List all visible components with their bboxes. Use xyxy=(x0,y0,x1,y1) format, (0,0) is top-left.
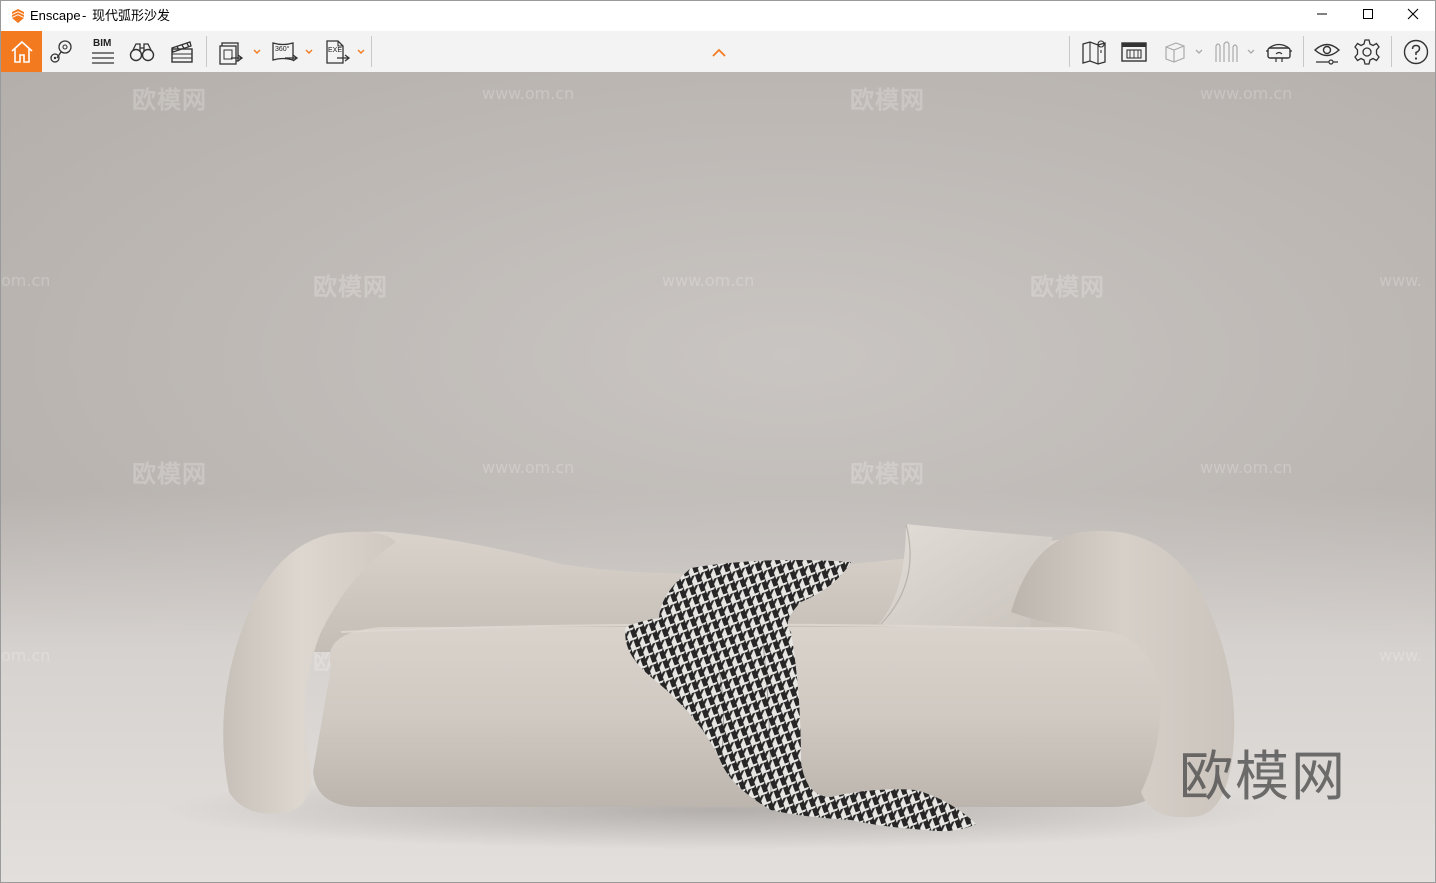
toolbar-divider xyxy=(371,36,372,67)
exe-label: EXE xyxy=(328,46,343,54)
toolbar-divider xyxy=(1303,36,1304,67)
enscape-logo-icon xyxy=(10,8,26,24)
views-icon xyxy=(48,38,76,66)
batch-render-button[interactable] xyxy=(213,31,249,72)
toolbar-divider xyxy=(206,36,207,67)
toolbar-divider xyxy=(1069,36,1070,67)
bim-button[interactable]: BIM xyxy=(82,31,122,72)
sections-dropdown[interactable] xyxy=(1246,31,1256,72)
window-title-separator: - xyxy=(82,8,87,23)
exe-export-dropdown[interactable] xyxy=(356,31,366,72)
help-button[interactable] xyxy=(1396,31,1435,72)
home-button[interactable] xyxy=(1,31,42,72)
minimize-button[interactable] xyxy=(1299,1,1345,31)
views-button[interactable] xyxy=(42,31,82,72)
title-bar: Enscape - 现代弧形沙发 xyxy=(1,1,1435,31)
binoculars-button[interactable] xyxy=(122,31,162,72)
corner-watermark: 欧模网 xyxy=(1179,745,1347,808)
settings-button[interactable] xyxy=(1347,31,1387,72)
help-icon xyxy=(1402,38,1430,66)
batch-render-dropdown[interactable] xyxy=(252,31,262,72)
render-viewport[interactable]: 欧模网 www.om.cn 欧模网 www.om.cn om.cn 欧模网 ww… xyxy=(1,72,1435,882)
asset-library-button[interactable] xyxy=(1114,31,1154,72)
panorama-360-icon: 360° xyxy=(271,38,299,66)
video-editor-icon xyxy=(168,38,196,66)
window-title-document: 现代弧形沙发 xyxy=(92,8,171,23)
panorama-360-label: 360° xyxy=(275,45,290,53)
chevron-down-icon xyxy=(356,43,366,61)
orthographic-dropdown[interactable] xyxy=(1194,31,1204,72)
asset-library-icon xyxy=(1120,38,1148,66)
maximize-icon xyxy=(1362,7,1374,25)
maximize-button[interactable] xyxy=(1345,1,1391,31)
chevron-up-icon xyxy=(710,46,728,58)
panorama-button[interactable]: 360° xyxy=(267,31,303,72)
bim-icon: BIM xyxy=(88,38,116,66)
binoculars-icon xyxy=(128,38,156,66)
home-icon xyxy=(9,39,35,65)
window-title-app: Enscape xyxy=(30,8,81,23)
batch-render-icon xyxy=(217,38,245,66)
chevron-down-icon xyxy=(304,43,314,61)
orthographic-view-button[interactable] xyxy=(1156,31,1192,72)
visual-settings-button[interactable] xyxy=(1307,31,1347,72)
sections-icon xyxy=(1212,38,1240,66)
chevron-down-icon xyxy=(252,43,262,61)
map-icon xyxy=(1080,38,1108,66)
exe-export-button[interactable]: EXE xyxy=(319,31,355,72)
visual-settings-icon xyxy=(1312,38,1342,66)
vr-headset-icon xyxy=(1264,38,1294,66)
exe-standalone-icon: EXE xyxy=(323,38,351,66)
toolbar-divider xyxy=(1391,36,1392,67)
map-button[interactable] xyxy=(1074,31,1114,72)
close-icon xyxy=(1407,7,1419,25)
sections-button[interactable] xyxy=(1208,31,1244,72)
app-window: Enscape - 现代弧形沙发 BIM 360° EXE 欧模网 www.om… xyxy=(0,0,1436,883)
vr-headset-button[interactable] xyxy=(1259,31,1299,72)
minimize-icon xyxy=(1316,7,1328,25)
collapse-toolbar-button[interactable] xyxy=(707,31,731,72)
panorama-dropdown[interactable] xyxy=(304,31,314,72)
settings-gear-icon xyxy=(1353,38,1381,66)
orthographic-cube-icon xyxy=(1160,38,1188,66)
video-editor-button[interactable] xyxy=(162,31,202,72)
chevron-down-icon xyxy=(1194,43,1204,61)
chevron-down-icon xyxy=(1246,43,1256,61)
close-button[interactable] xyxy=(1390,1,1435,31)
toolbar: BIM 360° EXE xyxy=(1,31,1435,73)
